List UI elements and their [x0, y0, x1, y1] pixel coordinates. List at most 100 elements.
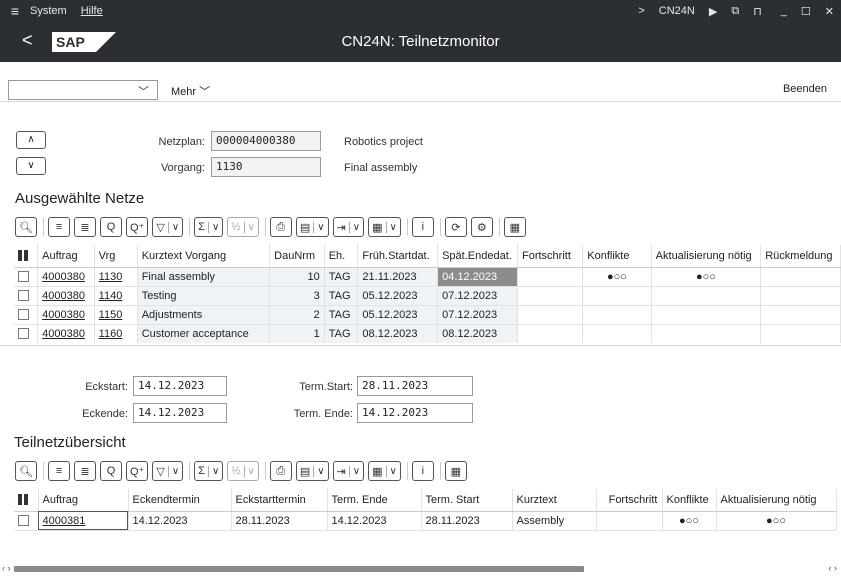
app-header: < SAP CN24N: Teilnetzmonitor: [0, 22, 841, 62]
refresh-icon[interactable]: ⟳: [444, 217, 467, 237]
info-icon[interactable]: i: [411, 461, 434, 481]
scroll-right-icon[interactable]: ‹ ›: [829, 563, 838, 573]
maximize-icon[interactable]: ☐: [801, 5, 811, 18]
select-all-icon[interactable]: [14, 245, 39, 268]
column-header[interactable]: Konflikte: [582, 245, 652, 268]
close-icon[interactable]: ✕: [825, 5, 834, 18]
find-icon[interactable]: Q: [100, 461, 122, 481]
find-icon[interactable]: Q: [100, 217, 122, 237]
window-titlebar: ≡ System Hilfe > CN24N ▶ ⧉ ⊓ _ ☐ ✕: [0, 0, 841, 22]
previous-button[interactable]: ∧: [16, 131, 46, 149]
settings-icon[interactable]: ⚙: [470, 217, 493, 237]
menu-hilfe[interactable]: Hilfe: [81, 5, 103, 17]
horizontal-scrollbar[interactable]: ‹ › ‹ ›: [0, 562, 841, 576]
row-checkbox[interactable]: [14, 267, 39, 287]
column-header[interactable]: Fortschritt: [596, 489, 663, 512]
table-row[interactable]: 4000381 14.12.2023 28.11.2023 14.12.2023…: [14, 511, 837, 531]
layout-icon[interactable]: ⧉: [731, 5, 739, 18]
unlock-icon[interactable]: ⊓: [753, 5, 762, 18]
column-header[interactable]: Auftrag: [37, 245, 95, 268]
order-link[interactable]: 4000381: [38, 511, 129, 531]
section-subnetwork-title: Teilnetzübersicht: [14, 434, 126, 451]
row-checkbox[interactable]: [14, 324, 39, 343]
column-header[interactable]: Term. Start: [421, 489, 513, 512]
chevron-right-icon[interactable]: >: [638, 5, 644, 17]
order-link[interactable]: 4000380: [37, 267, 95, 287]
hamburger-menu-icon[interactable]: ≡: [0, 3, 30, 19]
info-icon[interactable]: i: [411, 217, 434, 237]
layout-icon[interactable]: ▦ ∨: [368, 217, 401, 237]
export-icon[interactable]: ⇥ ∨: [332, 217, 365, 237]
calendar-icon[interactable]: ▦: [444, 461, 467, 481]
column-header[interactable]: Konflikte: [662, 489, 717, 512]
scroll-left-icon[interactable]: ‹ ›: [2, 563, 11, 573]
activity-link[interactable]: 1150: [94, 305, 138, 325]
row-checkbox[interactable]: [14, 286, 39, 306]
find-next-icon[interactable]: Q⁺: [126, 461, 149, 481]
table-row[interactable]: 4000380 1140 Testing 3 TAG 05.12.2023 07…: [14, 286, 841, 306]
column-header[interactable]: Fortschritt: [517, 245, 584, 268]
column-header[interactable]: DauNrm: [269, 245, 325, 268]
print-icon[interactable]: ⎙: [269, 461, 292, 481]
next-button[interactable]: ∨: [16, 157, 46, 175]
activity-link[interactable]: 1140: [94, 286, 138, 306]
view-icon[interactable]: ▤ ∨: [295, 461, 329, 481]
play-icon[interactable]: ▶: [709, 5, 717, 18]
table-row[interactable]: 4000380 1130 Final assembly 10 TAG 21.11…: [14, 267, 841, 287]
eckende-field[interactable]: 14.12.2023: [133, 403, 227, 423]
termende-field[interactable]: 14.12.2023: [357, 403, 473, 423]
details-icon[interactable]: 🔍︎: [15, 217, 37, 237]
more-menu[interactable]: Mehr ﹀: [171, 83, 210, 99]
order-link[interactable]: 4000380: [37, 286, 95, 306]
sort-descending-icon[interactable]: ≣: [74, 217, 96, 237]
row-checkbox[interactable]: [14, 305, 39, 325]
column-header[interactable]: Vrg: [94, 245, 138, 268]
column-header[interactable]: Kurztext: [512, 489, 597, 512]
exit-button[interactable]: Beenden: [783, 83, 827, 95]
column-header[interactable]: Auftrag: [38, 489, 129, 512]
select-all-icon[interactable]: [14, 489, 39, 512]
action-dropdown[interactable]: ﹀: [8, 80, 158, 100]
table-row[interactable]: 4000380 1160 Customer acceptance 1 TAG 0…: [14, 324, 841, 343]
menu-system[interactable]: System: [30, 5, 67, 17]
find-next-icon[interactable]: Q⁺: [126, 217, 149, 237]
eckstart-field[interactable]: 14.12.2023: [133, 376, 227, 396]
order-link[interactable]: 4000380: [37, 305, 95, 325]
column-header[interactable]: Eh.: [324, 245, 359, 268]
minimize-icon[interactable]: _: [781, 5, 787, 17]
column-header[interactable]: Kurztext Vorgang: [137, 245, 271, 268]
layout-icon[interactable]: ▦ ∨: [368, 461, 401, 481]
sum-icon[interactable]: Σ ∨: [194, 461, 224, 481]
order-link[interactable]: 4000380: [37, 324, 95, 343]
column-header[interactable]: Aktualisierung nötig: [651, 245, 762, 268]
vorgang-field[interactable]: 1130: [211, 157, 321, 177]
page-title: CN24N: Teilnetzmonitor: [341, 33, 500, 50]
print-icon[interactable]: ⎙: [269, 217, 292, 237]
activity-link[interactable]: 1160: [94, 324, 138, 343]
column-header[interactable]: Eckstarttermin: [231, 489, 328, 512]
filter-icon[interactable]: ▽ ∨: [152, 217, 184, 237]
view-icon[interactable]: ▤ ∨: [295, 217, 329, 237]
sum-icon[interactable]: Σ ∨: [194, 217, 224, 237]
column-header[interactable]: Spät.Endedat.: [437, 245, 518, 268]
subtotal-icon[interactable]: ½ ∨: [227, 461, 259, 481]
termstart-field[interactable]: 28.11.2023: [357, 376, 473, 396]
column-header[interactable]: Früh.Startdat.: [357, 245, 439, 268]
column-header[interactable]: Eckendtermin: [128, 489, 232, 512]
column-header[interactable]: Term. Ende: [327, 489, 422, 512]
table-row[interactable]: 4000380 1150 Adjustments 2 TAG 05.12.202…: [14, 305, 841, 325]
column-header[interactable]: Rückmeldung: [760, 245, 841, 268]
scrollbar-thumb[interactable]: [14, 566, 584, 572]
calendar-icon[interactable]: ▦: [503, 217, 526, 237]
row-checkbox[interactable]: [14, 511, 39, 531]
netzplan-field[interactable]: 000004000380: [211, 131, 321, 151]
subtotal-icon[interactable]: ½ ∨: [227, 217, 259, 237]
details-icon[interactable]: 🔍︎: [15, 461, 37, 481]
export-icon[interactable]: ⇥ ∨: [332, 461, 365, 481]
sort-descending-icon[interactable]: ≣: [74, 461, 96, 481]
activity-link[interactable]: 1130: [94, 267, 138, 287]
filter-icon[interactable]: ▽ ∨: [152, 461, 184, 481]
sort-ascending-icon[interactable]: ≡: [48, 217, 70, 237]
sort-ascending-icon[interactable]: ≡: [48, 461, 70, 481]
column-header[interactable]: Aktualisierung nötig: [716, 489, 837, 512]
